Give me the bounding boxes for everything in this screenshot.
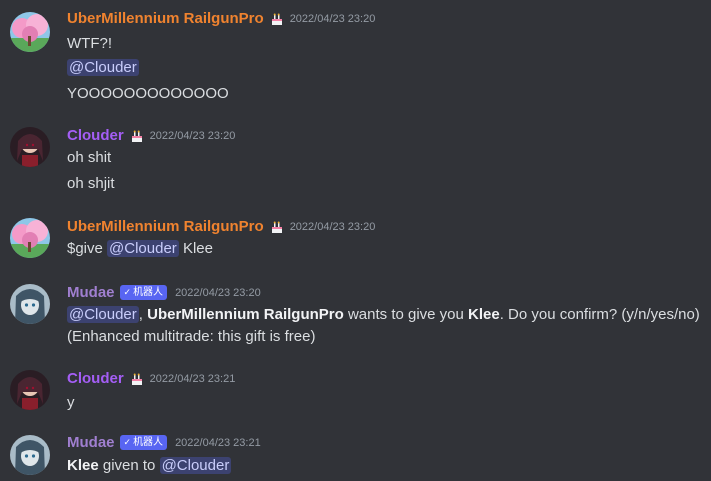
bot-label: 机器人 xyxy=(133,287,164,298)
avatar[interactable] xyxy=(10,284,50,324)
avatar[interactable] xyxy=(10,370,50,410)
sakura-avatar-icon xyxy=(10,12,50,52)
mudae-avatar-icon xyxy=(10,284,50,324)
author-name[interactable]: Mudae xyxy=(67,434,115,451)
timestamp: 2022/04/23 23:20 xyxy=(149,129,236,142)
timestamp: 2022/04/23 23:20 xyxy=(289,220,376,233)
message-text: oh shit xyxy=(67,149,112,166)
cake-icon xyxy=(131,373,142,385)
author-name[interactable]: Mudae xyxy=(67,284,115,301)
user-mention[interactable]: @Clouder xyxy=(107,240,179,257)
user-mention[interactable]: @Clouder xyxy=(67,306,139,323)
bot-label: 机器人 xyxy=(133,437,164,448)
command-arg: Klee xyxy=(178,240,213,257)
author-name[interactable]: UberMillennium RailgunPro xyxy=(67,218,264,235)
message-text: YOOOOOOOOOOOOO xyxy=(67,85,229,102)
item-name: Klee xyxy=(67,457,99,474)
text-part: wants to give you xyxy=(343,306,469,323)
timestamp: 2022/04/23 23:21 xyxy=(149,372,236,385)
timestamp: 2022/04/23 23:20 xyxy=(289,12,376,25)
user-mention[interactable]: @Clouder xyxy=(67,59,139,76)
message-text: y xyxy=(67,394,75,411)
bot-badge: ✓ 机器人 xyxy=(119,285,168,300)
anime-avatar-icon xyxy=(10,127,50,167)
message-text: @Clouder xyxy=(67,58,139,78)
avatar[interactable] xyxy=(10,12,50,52)
user-mention[interactable]: @Clouder xyxy=(159,457,232,474)
author-name[interactable]: UberMillennium RailgunPro xyxy=(67,10,264,27)
mudae-avatar-icon xyxy=(10,435,50,475)
command-text: $give xyxy=(67,240,108,257)
avatar[interactable] xyxy=(10,435,50,475)
message-text: $give @Clouder Klee xyxy=(67,239,213,259)
cake-icon xyxy=(131,130,142,142)
avatar[interactable] xyxy=(10,218,50,258)
cake-icon xyxy=(271,221,282,233)
author-name[interactable]: Clouder xyxy=(67,127,124,144)
cake-icon xyxy=(271,13,282,25)
bot-badge: ✓ 机器人 xyxy=(119,435,168,450)
message-text: (Enhanced multitrade: this gift is free) xyxy=(67,328,316,345)
message-text: WTF?! xyxy=(67,35,112,52)
avatar[interactable] xyxy=(10,127,50,167)
checkmark-icon: ✓ xyxy=(123,437,132,447)
text-part: , xyxy=(138,306,148,323)
timestamp: 2022/04/23 23:20 xyxy=(175,286,261,299)
sakura-avatar-icon xyxy=(10,218,50,258)
message-text: @Clouder, UberMillennium RailgunPro want… xyxy=(67,305,700,325)
author-name[interactable]: Clouder xyxy=(67,370,124,387)
text-part: . Do you confirm? (y/n/yes/no) xyxy=(499,306,700,323)
message-text: oh shjit xyxy=(67,175,115,192)
checkmark-icon: ✓ xyxy=(123,287,132,297)
text-part: given to xyxy=(98,457,160,474)
message-text: Klee given to @Clouder xyxy=(67,456,232,476)
item-name: Klee xyxy=(468,306,500,323)
timestamp: 2022/04/23 23:21 xyxy=(175,436,261,449)
giver-name: UberMillennium RailgunPro xyxy=(147,306,344,323)
anime-avatar-icon xyxy=(10,370,50,410)
